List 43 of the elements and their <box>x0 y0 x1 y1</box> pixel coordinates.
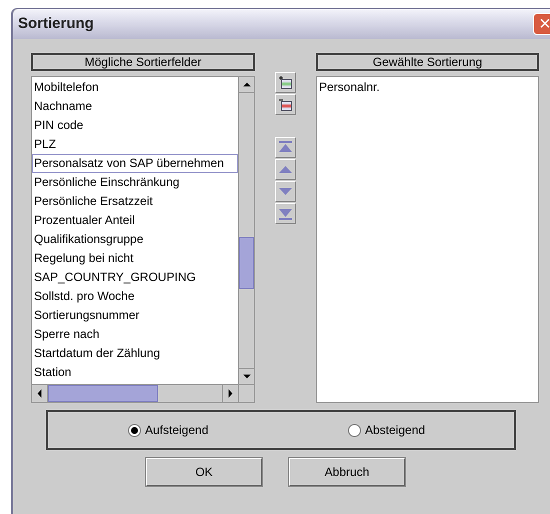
move-up-button[interactable] <box>275 159 296 180</box>
list-item[interactable]: Persönliche Einschränkung <box>32 173 238 192</box>
move-top-button[interactable] <box>275 137 296 158</box>
list-item[interactable]: Qualifikationsgruppe <box>32 230 238 249</box>
list-item[interactable]: Personalsatz von SAP übernehmen <box>32 154 238 173</box>
radio-button[interactable] <box>128 424 141 436</box>
horizontal-scrollbar[interactable] <box>32 384 254 402</box>
scroll-thumb[interactable] <box>48 385 158 402</box>
radio-label: Absteigend <box>365 422 426 439</box>
list-item[interactable]: Sollstd. pro Woche <box>32 287 238 306</box>
list-item[interactable]: Mobiltelefon <box>32 78 238 97</box>
list-item[interactable]: Prozentualer Anteil <box>32 211 238 230</box>
radio-button[interactable] <box>348 424 361 436</box>
scroll-thumb[interactable] <box>239 237 254 289</box>
move-bottom-button[interactable] <box>275 203 296 224</box>
radio-option[interactable]: Aufsteigend <box>128 421 348 439</box>
column-header: Gewählte Sortierung <box>316 53 539 71</box>
list-item[interactable]: PIN code <box>32 116 238 135</box>
move-top-icon <box>278 140 293 155</box>
vertical-scrollbar[interactable] <box>238 77 254 384</box>
move-bottom-icon <box>278 206 293 221</box>
list-item[interactable]: Persönliche Ersatzzeit <box>32 192 238 211</box>
list-item[interactable]: SAP_COUNTRY_GROUPING <box>32 268 238 287</box>
column-header: Mögliche Sortierfelder <box>31 53 255 71</box>
list-item[interactable]: Station <box>32 363 238 382</box>
add-field-button[interactable] <box>275 72 296 93</box>
radio-option[interactable]: Absteigend <box>348 421 426 439</box>
list-item[interactable]: Nachname <box>32 97 238 116</box>
list-item[interactable]: Regelung bei nicht <box>32 249 238 268</box>
list-item[interactable]: Startdatum der Zählung <box>32 344 238 363</box>
list-item[interactable]: Personalnr. <box>317 78 538 97</box>
list-item[interactable]: PLZ <box>32 135 238 154</box>
list-item[interactable]: Sortierungsnummer <box>32 306 238 325</box>
close-button[interactable]: × <box>533 13 550 35</box>
dialog-button[interactable]: Abbruch <box>289 458 405 486</box>
move-down-button[interactable] <box>275 181 296 202</box>
remove-row-icon <box>278 97 293 112</box>
remove-field-button[interactable] <box>275 94 296 115</box>
radio-label: Aufsteigend <box>145 422 208 439</box>
dialog-button[interactable]: OK <box>146 458 262 486</box>
list-item[interactable]: Sperre nach <box>32 325 238 344</box>
add-row-icon <box>278 75 293 90</box>
window-title: Sortierung <box>18 14 94 34</box>
